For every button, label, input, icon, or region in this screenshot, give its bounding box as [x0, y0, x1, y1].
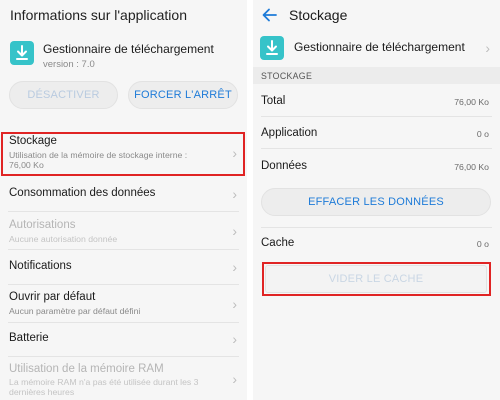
item-label: Consommation des données	[9, 187, 156, 199]
app-name: Gestionnaire de téléchargement	[294, 40, 465, 54]
list-item-data-usage[interactable]: Consommation des données ›	[0, 178, 247, 210]
chevron-right-icon: ›	[485, 40, 490, 56]
total-label: Total	[261, 95, 286, 107]
item-subtitle: Aucun paramètre par défaut défini	[9, 306, 141, 316]
data-label: Données	[261, 160, 308, 172]
cache-label: Cache	[261, 237, 295, 249]
cache-value: 0 o	[476, 239, 489, 249]
list-item-permissions[interactable]: Autorisations Aucune autorisation donnée…	[0, 212, 247, 248]
list-item-ram-usage[interactable]: Utilisation de la mémoire RAM La mémoire…	[0, 357, 247, 400]
chevron-right-icon: ›	[232, 296, 237, 312]
back-arrow-icon[interactable]	[260, 5, 280, 30]
application-value: 0 o	[476, 129, 489, 139]
highlight-box-storage	[1, 132, 245, 176]
chevron-right-icon: ›	[232, 186, 237, 202]
screen-title: Stockage	[289, 7, 348, 23]
force-stop-button[interactable]: FORCER L'ARRÊT	[128, 81, 238, 109]
app-name: Gestionnaire de téléchargement	[43, 42, 214, 56]
data-value: 76,00 Ko	[454, 162, 489, 172]
divider	[261, 227, 492, 228]
list-item-notifications[interactable]: Notifications ›	[0, 250, 247, 284]
divider	[261, 148, 492, 149]
highlight-box-clear-cache	[262, 262, 491, 296]
item-label: Notifications	[9, 260, 72, 272]
clear-data-button[interactable]: EFFACER LES DONNÉES	[261, 188, 491, 216]
item-subtitle: Aucune autorisation donnée	[9, 234, 118, 244]
screen-title: Informations sur l'application	[10, 7, 187, 23]
app-version: version : 7.0	[43, 59, 95, 70]
item-subtitle: La mémoire RAM n'a pas été utilisée dura…	[9, 377, 199, 387]
item-label: Utilisation de la mémoire RAM	[9, 363, 164, 375]
item-label: Ouvrir par défaut	[9, 291, 96, 303]
download-icon	[10, 41, 34, 65]
chevron-right-icon: ›	[232, 223, 237, 239]
chevron-right-icon: ›	[232, 371, 237, 387]
item-label: Batterie	[9, 332, 49, 344]
divider	[261, 116, 492, 117]
chevron-right-icon: ›	[232, 331, 237, 347]
item-subtitle-2: dernières heures	[9, 387, 75, 397]
section-title: STOCKAGE	[261, 71, 313, 81]
download-icon	[260, 36, 284, 60]
disable-button[interactable]: DÉSACTIVER	[9, 81, 118, 109]
storage-screen: Stockage › Gestionnaire de téléchargemen…	[253, 0, 500, 400]
total-value: 76,00 Ko	[454, 97, 489, 107]
application-label: Application	[261, 127, 318, 139]
list-item-open-by-default[interactable]: Ouvrir par défaut Aucun paramètre par dé…	[0, 285, 247, 321]
app-info-screen: Informations sur l'application Gestionna…	[0, 0, 247, 400]
chevron-right-icon: ›	[232, 259, 237, 275]
item-label: Autorisations	[9, 219, 76, 231]
list-item-battery[interactable]: Batterie ›	[0, 323, 247, 355]
